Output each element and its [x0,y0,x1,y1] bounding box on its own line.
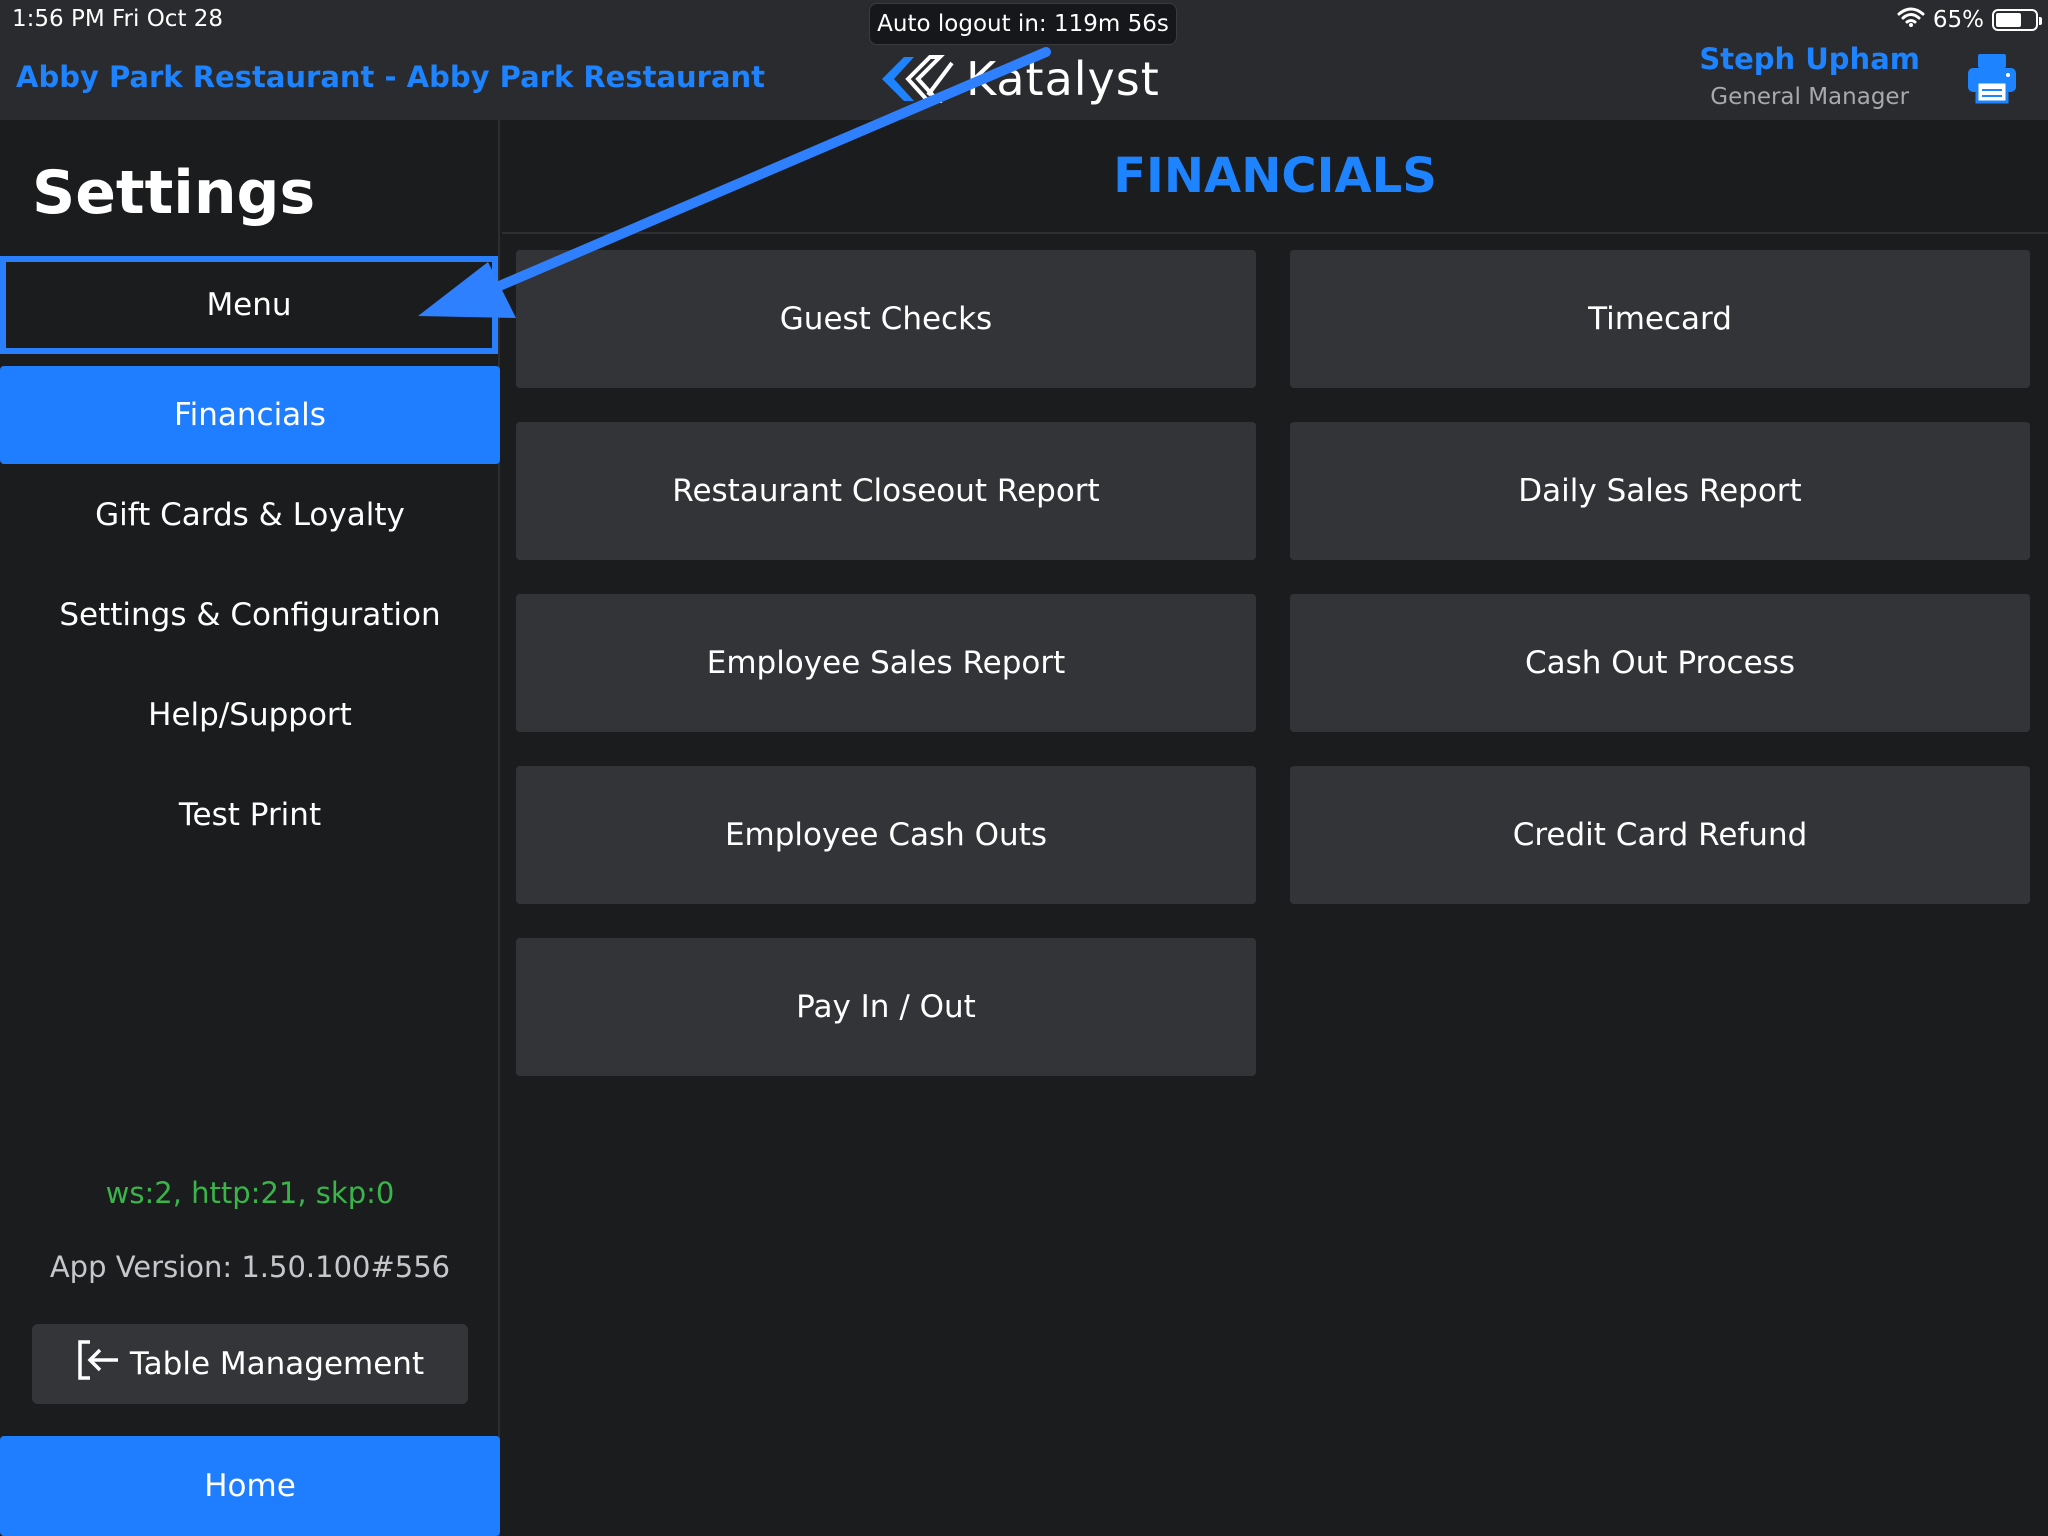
table-management-label: Table Management [129,1346,425,1382]
tile-credit-card-refund[interactable]: Credit Card Refund [1290,766,2030,904]
battery-icon [1992,9,2042,31]
table-management-button[interactable]: Table Management [32,1324,468,1404]
user-role: General Manager [1710,84,1910,110]
home-label: Home [204,1468,296,1504]
sidebar-item-test-print[interactable]: Test Print [0,766,500,864]
katalyst-logo-icon [882,55,954,103]
app-version: App Version: 1.50.100#556 [49,1250,451,1284]
tile-label: Daily Sales Report [1518,473,1802,509]
sidebar-item-label: Settings & Configuration [59,597,441,633]
battery-percent: 65% [1932,7,1984,33]
status-indicators: 65% [1897,6,2042,34]
page-title: FINANCIALS [1113,148,1437,204]
wifi-icon [1897,6,1925,34]
restaurant-name[interactable]: Abby Park Restaurant - Abby Park Restaur… [16,60,765,94]
tile-cash-out-process[interactable]: Cash Out Process [1290,594,2030,732]
sidebar-item-label: Gift Cards & Loyalty [95,497,405,533]
katalyst-logo: Katalyst [880,52,1160,106]
sidebar-item-label: Financials [174,397,326,433]
printer-icon[interactable] [1966,52,2018,104]
tile-daily-sales-report[interactable]: Daily Sales Report [1290,422,2030,560]
sidebar-item-help-support[interactable]: Help/Support [0,666,500,764]
auto-logout-timer: Auto logout in: 119m 56s [869,3,1177,45]
sidebar-item-label: Menu [206,287,292,323]
tile-restaurant-closeout-report[interactable]: Restaurant Closeout Report [516,422,1256,560]
sidebar-item-label: Test Print [178,797,322,833]
tile-label: Pay In / Out [796,989,976,1025]
tile-employee-sales-report[interactable]: Employee Sales Report [516,594,1256,732]
sidebar-item-financials[interactable]: Financials [0,366,500,464]
title-divider [502,232,2048,234]
tile-label: Timecard [1588,301,1732,337]
connection-stats: ws:2, http:21, skp:0 [105,1176,395,1210]
main-panel: FINANCIALS Guest Checks Timecard Restaur… [502,120,2048,1536]
tile-label: Credit Card Refund [1512,817,1808,853]
logo-text: Katalyst [966,52,1160,106]
tile-label: Employee Cash Outs [724,817,1048,853]
tile-pay-in-out[interactable]: Pay In / Out [516,938,1256,1076]
sidebar-item-gift-cards-loyalty[interactable]: Gift Cards & Loyalty [0,466,500,564]
user-info[interactable]: Steph Upham General Manager [1699,42,1920,110]
tile-label: Restaurant Closeout Report [672,473,1100,509]
tile-label: Employee Sales Report [706,645,1066,681]
tile-employee-cash-outs[interactable]: Employee Cash Outs [516,766,1256,904]
exit-icon [76,1339,122,1389]
tile-label: Guest Checks [779,301,993,337]
user-name[interactable]: Steph Upham [1699,42,1920,76]
sidebar-item-menu[interactable]: Menu [0,256,498,354]
sidebar-title: Settings [32,158,316,228]
sidebar-item-settings-configuration[interactable]: Settings & Configuration [0,566,500,664]
top-bar: 1:56 PM Fri Oct 28 Auto logout in: 119m … [0,0,2048,120]
tile-guest-checks[interactable]: Guest Checks [516,250,1256,388]
home-button[interactable]: Home [0,1436,500,1536]
sidebar-item-label: Help/Support [148,697,352,733]
status-time: 1:56 PM Fri Oct 28 [12,6,224,32]
tile-label: Cash Out Process [1525,645,1795,681]
tile-timecard[interactable]: Timecard [1290,250,2030,388]
sidebar: Settings Menu Financials Gift Cards & Lo… [0,120,500,1536]
